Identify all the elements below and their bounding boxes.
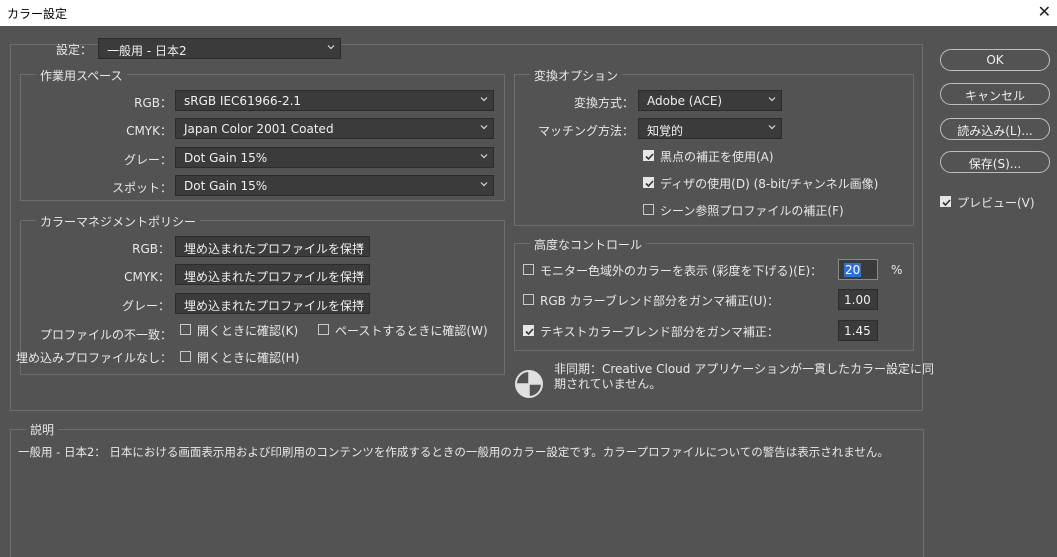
engine-label: 変換方式： (573, 96, 634, 110)
chevron-down-icon (768, 125, 776, 130)
ws-spot-label: スポット： (111, 181, 172, 195)
checkmark-icon (645, 180, 654, 188)
settings-value: 一般用 - 日本2 (107, 44, 187, 58)
close-icon[interactable]: ✕ (1038, 2, 1051, 21)
load-button[interactable]: 読み込み(L)... (940, 118, 1050, 140)
engine-select[interactable]: Adobe (ACE) (638, 90, 782, 111)
pol-rgb-select[interactable]: 埋め込まれたプロファイルを保持 (175, 236, 370, 257)
desaturate-input[interactable]: 20 (838, 259, 878, 280)
blend-rgb-value: 1.00 (844, 293, 871, 307)
checkmark-icon (942, 199, 951, 207)
pol-gray-value: 埋め込まれたプロファイルを保持 (184, 299, 365, 313)
engine-value: Adobe (ACE) (647, 94, 723, 108)
pol-gray-select[interactable]: 埋め込まれたプロファイルを保持 (175, 293, 370, 314)
intent-select[interactable]: 知覚的 (638, 118, 782, 139)
chevron-down-icon (327, 45, 335, 50)
checkmark-icon (525, 328, 534, 336)
policies-title: カラーマネジメントポリシー (36, 213, 201, 230)
pol-cmyk-value: 埋め込まれたプロファイルを保持 (184, 270, 365, 284)
window-title: カラー設定 (7, 7, 68, 21)
ws-rgb-value: sRGB IEC61966-2.1 (184, 94, 302, 108)
pol-cmyk-label: CMYK： (124, 270, 170, 284)
mismatch-label: プロファイルの不一致： (39, 328, 172, 342)
mismatch-paste-checkbox[interactable] (318, 324, 329, 335)
chevron-down-icon (480, 182, 488, 187)
chevron-down-icon (768, 97, 776, 102)
blend-rgb-checkbox[interactable] (523, 294, 534, 305)
blend-text-checkbox[interactable] (523, 325, 534, 336)
pol-rgb-label: RGB： (132, 242, 170, 256)
dither-label[interactable]: ディザの使用(D) (8-bit/チャンネル画像) (660, 175, 878, 192)
pol-rgb-value: 埋め込まれたプロファイルを保持 (184, 242, 365, 256)
blend-text-value: 1.45 (844, 324, 871, 338)
ws-gray-select[interactable]: Dot Gain 15% (175, 147, 494, 168)
pol-gray-label: グレー： (121, 299, 170, 313)
advanced-title: 高度なコントロール (530, 236, 647, 253)
chevron-down-icon (356, 271, 364, 276)
blend-text-label[interactable]: テキストカラーブレンド部分をガンマ補正： (540, 323, 779, 340)
window-titlebar: カラー設定 ✕ (0, 0, 1057, 26)
save-button[interactable]: 保存(S)... (940, 151, 1050, 173)
ws-spot-value: Dot Gain 15% (184, 179, 268, 193)
ok-button[interactable]: OK (940, 49, 1050, 71)
scene-label[interactable]: シーン参照プロファイルの補正(F) (660, 202, 844, 219)
ws-rgb-select[interactable]: sRGB IEC61966-2.1 (175, 90, 494, 111)
settings-select[interactable]: 一般用 - 日本2 (98, 38, 341, 59)
bpc-label[interactable]: 黒点の補正を使用(A) (660, 148, 774, 165)
cancel-button[interactable]: キャンセル (940, 83, 1050, 105)
ws-gray-label: グレー： (123, 153, 172, 167)
mismatch-paste-label[interactable]: ペーストするときに確認(W) (335, 322, 488, 339)
ws-cmyk-value: Japan Color 2001 Coated (184, 122, 334, 136)
intent-value: 知覚的 (647, 124, 684, 138)
missing-profile-label: 埋め込みプロファイルなし： (15, 351, 172, 365)
desaturate-value: 20 (844, 263, 862, 277)
desaturate-checkbox[interactable] (523, 264, 534, 275)
chevron-down-icon (356, 300, 364, 305)
blend-rgb-label[interactable]: RGB カラーブレンド部分をガンマ補正(U)： (540, 292, 779, 309)
missing-open-label[interactable]: 開くときに確認(H) (197, 349, 299, 366)
checkmark-icon (645, 153, 654, 161)
blend-rgb-input[interactable]: 1.00 (838, 289, 878, 310)
ws-rgb-label: RGB： (134, 96, 172, 110)
missing-open-checkbox[interactable] (180, 351, 191, 362)
blend-text-input[interactable]: 1.45 (838, 320, 878, 341)
ws-cmyk-select[interactable]: Japan Color 2001 Coated (175, 118, 494, 139)
scene-checkbox[interactable] (643, 204, 654, 215)
description-text: 一般用 - 日本2： 日本における画面表示用および印刷用のコンテンツを作成すると… (18, 445, 889, 459)
sync-text-line2: 期されていません。 (554, 377, 662, 391)
chevron-down-icon (356, 243, 364, 248)
desaturate-label[interactable]: モニター色域外のカラーを表示 (彩度を下げる)(E)： (540, 262, 822, 279)
chevron-down-icon (480, 154, 488, 159)
sync-status-icon (515, 370, 543, 398)
bpc-checkbox[interactable] (643, 150, 654, 161)
chevron-down-icon (480, 97, 488, 102)
desaturate-unit: % (891, 263, 903, 277)
ws-cmyk-label: CMYK： (126, 124, 172, 138)
preview-label[interactable]: プレビュー(V) (957, 194, 1035, 211)
settings-label: 設定： (56, 43, 93, 57)
intent-label: マッチング方法： (537, 124, 634, 138)
mismatch-open-label[interactable]: 開くときに確認(K) (197, 322, 298, 339)
ws-gray-value: Dot Gain 15% (184, 151, 268, 165)
chevron-down-icon (480, 125, 488, 130)
mismatch-open-checkbox[interactable] (180, 324, 191, 335)
pol-cmyk-select[interactable]: 埋め込まれたプロファイルを保持 (175, 264, 370, 285)
description-title: 説明 (26, 421, 59, 438)
preview-checkbox[interactable] (940, 196, 951, 207)
ws-spot-select[interactable]: Dot Gain 15% (175, 175, 494, 196)
conversion-title: 変換オプション (530, 67, 623, 84)
working-spaces-title: 作業用スペース (36, 67, 127, 84)
dither-checkbox[interactable] (643, 177, 654, 188)
